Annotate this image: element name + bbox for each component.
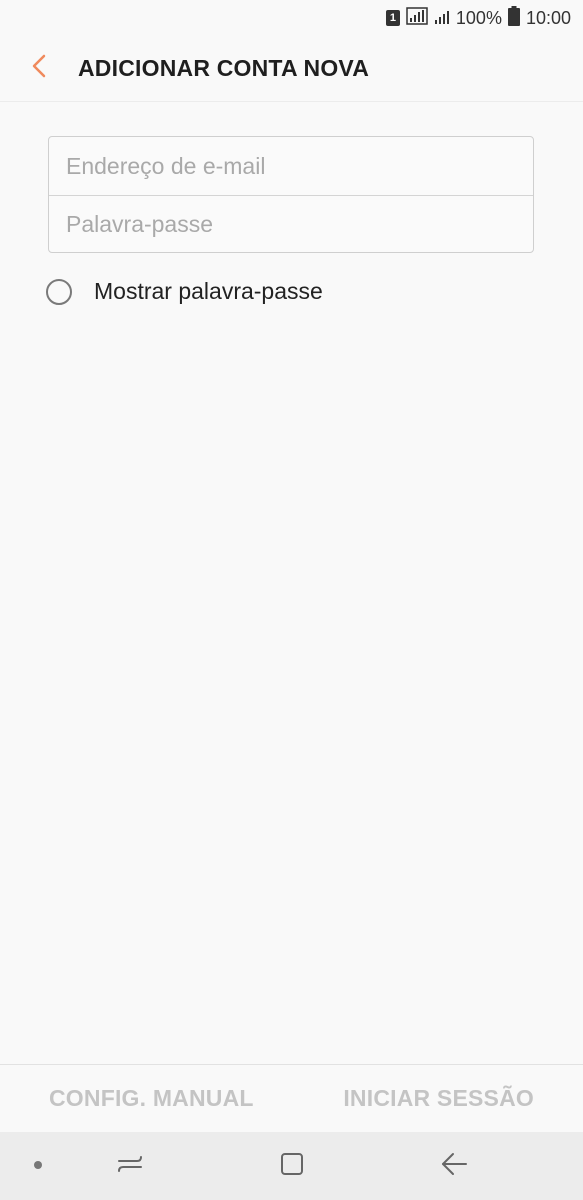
battery-icon (507, 5, 520, 31)
manual-setup-button[interactable]: CONFIG. MANUAL (49, 1085, 254, 1112)
home-icon (279, 1151, 305, 1182)
battery-percent: 100% (455, 7, 502, 28)
nav-dot-button[interactable] (8, 1132, 68, 1200)
back-icon (440, 1151, 468, 1182)
system-nav-bar (0, 1132, 583, 1200)
login-fields (48, 136, 534, 253)
recents-icon (116, 1152, 144, 1181)
signal-secondary-icon (434, 8, 450, 29)
page-title: ADICIONAR CONTA NOVA (78, 55, 370, 81)
app-header: ADICIONAR CONTA NOVA (0, 36, 583, 102)
nav-recents-button[interactable] (100, 1132, 160, 1200)
sign-in-button[interactable]: INICIAR SESSÃO (343, 1085, 534, 1112)
nav-back-button[interactable] (424, 1132, 484, 1200)
password-field[interactable] (49, 195, 533, 252)
chevron-left-icon (31, 53, 47, 84)
dot-icon (33, 1157, 43, 1175)
status-bar: 1 100% 10:00 (0, 0, 583, 36)
email-field[interactable] (49, 137, 533, 195)
show-password-label: Mostrar palavra-passe (94, 278, 323, 304)
sim-icon: 1 (385, 10, 400, 26)
show-password-radio[interactable] (46, 278, 72, 305)
bottom-action-bar: CONFIG. MANUAL INICIAR SESSÃO (0, 1064, 583, 1132)
nav-home-button[interactable] (262, 1132, 322, 1200)
signal-icon (406, 6, 428, 30)
show-password-toggle[interactable]: Mostrar palavra-passe (46, 278, 323, 305)
clock: 10:00 (525, 7, 571, 28)
back-button[interactable] (0, 36, 78, 102)
